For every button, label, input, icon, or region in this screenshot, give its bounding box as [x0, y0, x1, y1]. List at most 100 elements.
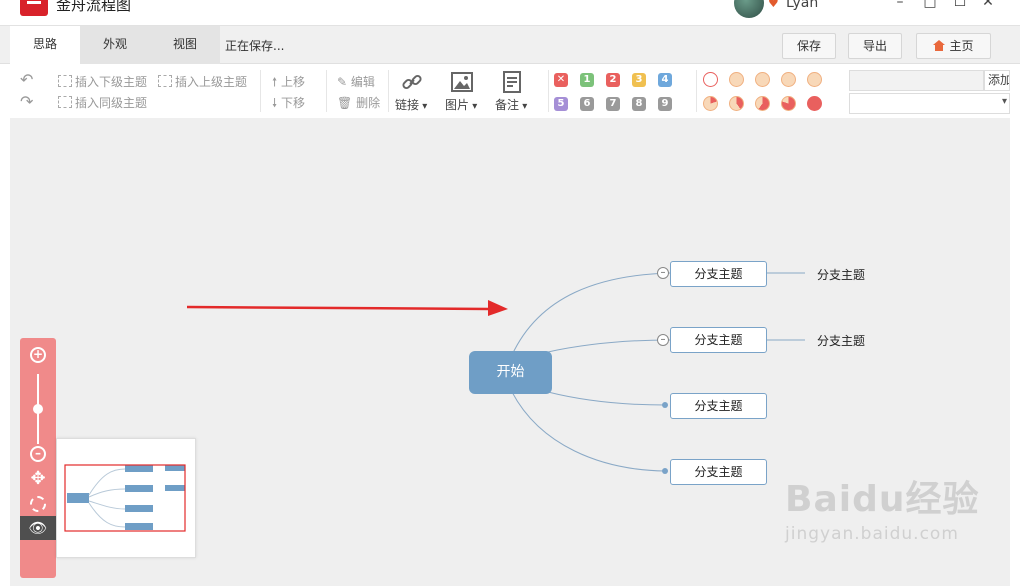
maximize-button[interactable]: ☐	[950, 0, 970, 10]
toolbar: ↶ ↷ 插入下级主题 插入上级主题 插入同级主题 🠕 上移 🠗 下移 ✎ 编辑 …	[10, 64, 1010, 118]
branch-node-4[interactable]: 分支主题	[670, 459, 767, 485]
export-button[interactable]: 导出	[848, 33, 902, 59]
edit-icon: ✎	[337, 75, 351, 89]
eye-icon[interactable]: 👁	[20, 516, 56, 540]
insert-parent-icon	[158, 75, 172, 87]
priority-4-icon[interactable]: 4	[658, 73, 672, 87]
toolbar-divider	[326, 70, 327, 112]
insert-child-label: 插入下级主题	[75, 75, 148, 89]
vip-icon: ♥	[768, 0, 779, 10]
progress-0-icon[interactable]	[703, 72, 718, 87]
priority-3-icon[interactable]: 3	[632, 73, 646, 87]
priority-clear-icon[interactable]: ✕	[554, 73, 568, 87]
tab-view[interactable]: 视图	[150, 26, 220, 64]
note-icon[interactable]	[500, 70, 524, 94]
progress-1-icon[interactable]	[729, 72, 744, 87]
progress-2-icon[interactable]	[755, 72, 770, 87]
tag-input[interactable]	[849, 70, 984, 91]
undo-icon[interactable]: ↶	[20, 70, 33, 89]
zoom-panel: + – ✥ 👁	[20, 338, 56, 578]
saving-status: 正在保存...	[225, 39, 285, 53]
tab-thinking[interactable]: 思路	[10, 26, 80, 64]
trash-icon: 🗑	[337, 96, 357, 110]
tab-appearance[interactable]: 外观	[80, 26, 150, 64]
right-gutter	[1010, 64, 1020, 586]
move-icon[interactable]: ✥	[28, 469, 48, 489]
home-label: 主页	[949, 39, 974, 53]
insert-sibling-label: 插入同级主题	[75, 96, 148, 110]
collapse-icon[interactable]: –	[657, 334, 669, 346]
delete-label: 删除	[356, 96, 381, 110]
fit-view-icon[interactable]	[30, 496, 46, 512]
arrow-down-icon: 🠗	[272, 96, 281, 110]
collapse-icon[interactable]: –	[657, 267, 669, 279]
progress-8-icon[interactable]	[781, 96, 796, 111]
progress-4-icon[interactable]	[807, 72, 822, 87]
tag-select[interactable]	[849, 93, 1010, 114]
insert-sibling-button[interactable]: 插入同级主题	[58, 95, 147, 111]
connector-dot	[662, 402, 668, 408]
redo-icon[interactable]: ↷	[20, 92, 33, 111]
move-up-button[interactable]: 🠕 上移	[272, 74, 305, 90]
toolbar-divider	[696, 70, 697, 112]
app-title: 金舟流程图	[56, 0, 132, 14]
minimize-button[interactable]: –	[890, 0, 910, 10]
priority-6-icon[interactable]: 6	[580, 97, 594, 111]
progress-7-icon[interactable]	[755, 96, 770, 111]
progress-5-icon[interactable]	[703, 96, 718, 111]
toolbar-divider	[388, 70, 389, 112]
insert-parent-button[interactable]: 插入上级主题	[158, 74, 247, 90]
edit-button[interactable]: ✎ 编辑	[337, 74, 375, 90]
root-node[interactable]: 开始	[469, 351, 552, 394]
branch-node-1[interactable]: 分支主题	[670, 261, 767, 287]
save-button[interactable]: 保存	[782, 33, 836, 59]
move-down-label: 下移	[280, 96, 305, 110]
priority-9-icon[interactable]: 9	[658, 97, 672, 111]
user-name[interactable]: Lyan	[786, 0, 818, 11]
priority-8-icon[interactable]: 8	[632, 97, 646, 111]
insert-child-icon	[58, 75, 72, 87]
progress-9-icon[interactable]	[807, 96, 822, 111]
priority-2-icon[interactable]: 2	[606, 73, 620, 87]
zoom-in-icon[interactable]: +	[30, 347, 46, 363]
menu-button[interactable]: □	[920, 0, 940, 10]
image-icon[interactable]	[450, 70, 474, 94]
watermark: Baidu经验 jingyan.baidu.com	[785, 470, 979, 544]
zoom-out-icon[interactable]: –	[30, 446, 46, 462]
zoom-slider-knob[interactable]	[33, 404, 43, 414]
branch-node-3[interactable]: 分支主题	[670, 393, 767, 419]
minimap-branch	[125, 485, 153, 492]
minimap-sub	[165, 485, 185, 491]
add-tag-button[interactable]: 添加	[984, 70, 1010, 91]
priority-7-icon[interactable]: 7	[606, 97, 620, 111]
link-dropdown[interactable]: 链接	[395, 97, 427, 115]
minimap-lines	[88, 468, 126, 528]
minimap[interactable]	[56, 438, 196, 558]
minimap-branch	[125, 465, 153, 472]
home-icon	[933, 40, 946, 51]
delete-button[interactable]: 🗑 删除	[337, 95, 380, 111]
sub-topic-2[interactable]: 分支主题	[817, 332, 865, 349]
minimap-branch	[125, 523, 153, 530]
branch-node-2[interactable]: 分支主题	[670, 327, 767, 353]
connector-dot	[662, 468, 668, 474]
priority-1-icon[interactable]: 1	[580, 73, 594, 87]
insert-child-button[interactable]: 插入下级主题	[58, 74, 147, 90]
image-dropdown[interactable]: 图片	[445, 97, 477, 115]
note-dropdown[interactable]: 备注	[495, 97, 527, 115]
priority-5-icon[interactable]: 5	[554, 97, 568, 111]
close-button[interactable]: ✕	[978, 0, 998, 10]
home-button[interactable]: 主页	[916, 33, 991, 59]
insert-parent-label: 插入上级主题	[175, 75, 248, 89]
left-gutter	[0, 64, 10, 586]
title-bar: 金舟流程图 ♥ Lyan – □ ☐ ✕	[0, 0, 1020, 26]
arrow-up-icon: 🠕	[272, 75, 281, 89]
move-up-label: 上移	[280, 75, 305, 89]
minimap-root	[67, 493, 89, 503]
progress-3-icon[interactable]	[781, 72, 796, 87]
user-avatar[interactable]	[734, 0, 764, 18]
move-down-button[interactable]: 🠗 下移	[272, 95, 305, 111]
progress-6-icon[interactable]	[729, 96, 744, 111]
link-icon[interactable]	[400, 70, 424, 94]
sub-topic-1[interactable]: 分支主题	[817, 266, 865, 283]
